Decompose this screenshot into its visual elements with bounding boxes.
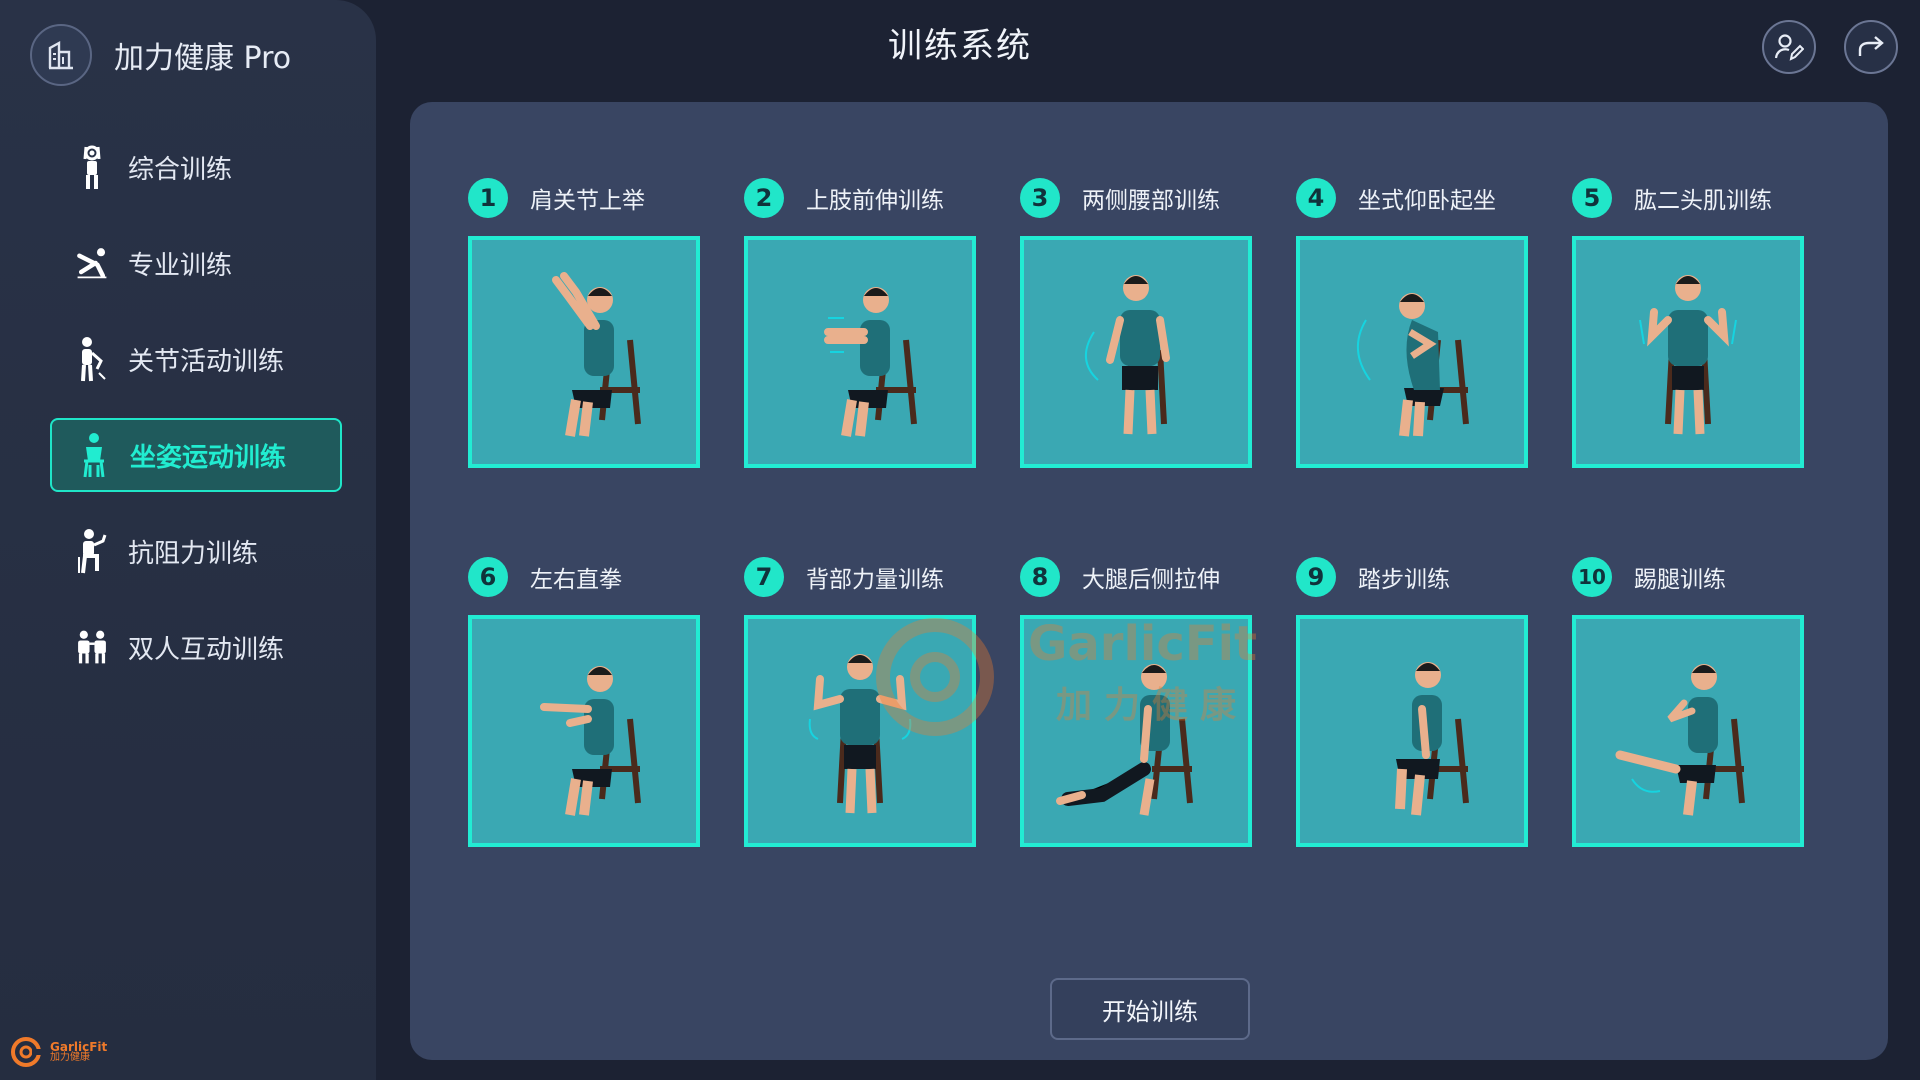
exercise-card-hamstring-stretch[interactable] xyxy=(1020,615,1252,847)
sidebar-item-label: 坐姿运动训练 xyxy=(130,442,287,473)
exercise-item: 1 肩关节上举 xyxy=(468,176,700,468)
person-arms-up-icon xyxy=(74,143,110,191)
exercise-number-badge: 10 xyxy=(1572,557,1612,597)
exercise-title: 两侧腰部训练 xyxy=(1082,188,1220,214)
sidebar-item-partner-interaction[interactable]: 双人互动训练 xyxy=(50,610,342,684)
sidebar-item-label: 抗阻力训练 xyxy=(128,538,259,569)
seated-person-illustration-icon xyxy=(1085,275,1170,435)
exercise-item: 4 坐式仰卧起坐 xyxy=(1296,176,1528,468)
garlicfit-logo-icon xyxy=(11,1037,42,1067)
sidebar-item-seated-exercise[interactable]: 坐姿运动训练 xyxy=(50,418,342,492)
exercise-title: 肩关节上举 xyxy=(530,188,645,214)
exercise-panel: 1 肩关节上举 2 上肢前伸训练 3 两侧腰部训练 4 坐式仰卧起坐 5 肱二头… xyxy=(410,102,1888,1060)
share-exit-button[interactable] xyxy=(1844,20,1898,74)
exercise-item: 5 肱二头肌训练 xyxy=(1572,176,1804,468)
exercise-number-badge: 2 xyxy=(744,178,784,218)
person-seated-icon xyxy=(76,431,112,479)
brand-footer: GarlicFit 加力健康 xyxy=(10,1036,107,1068)
sidebar-item-comprehensive[interactable]: 综合训练 xyxy=(50,130,342,204)
user-edit-icon xyxy=(1774,34,1804,61)
two-people-icon xyxy=(74,623,110,671)
sidebar-item-label: 关节活动训练 xyxy=(128,346,285,377)
exercise-title: 坐式仰卧起坐 xyxy=(1358,188,1496,214)
exercise-card-back-strength[interactable] xyxy=(744,615,976,847)
sidebar-item-resistance[interactable]: 抗阻力训练 xyxy=(50,514,342,588)
exercise-item: 3 两侧腰部训练 xyxy=(1020,176,1252,468)
page-title: 训练系统 xyxy=(888,26,1032,66)
exercise-title: 大腿后侧拉伸 xyxy=(1082,567,1220,593)
seated-person-illustration-icon xyxy=(1356,293,1469,437)
exercise-item: 2 上肢前伸训练 xyxy=(744,176,976,468)
exercise-title: 左右直拳 xyxy=(530,567,622,593)
exercise-card-stepping[interactable] xyxy=(1296,615,1528,847)
sidebar: 加力健康 Pro 综合训练 专业训练 关节活动训练 坐姿运动训练 抗阻力训练 双… xyxy=(0,0,376,1080)
seated-person-illustration-icon xyxy=(1056,664,1193,816)
exercise-item: 10 踢腿训练 xyxy=(1572,555,1804,847)
person-resistance-icon xyxy=(74,527,110,575)
exercise-card-biceps[interactable] xyxy=(1572,236,1804,468)
exercise-number-badge: 6 xyxy=(468,557,508,597)
user-edit-button[interactable] xyxy=(1762,20,1816,74)
seated-person-illustration-icon xyxy=(1615,664,1745,816)
brand-name-cn: 加力健康 xyxy=(50,1052,90,1063)
exercise-card-leg-kick[interactable] xyxy=(1572,615,1804,847)
share-arrow-icon xyxy=(1858,36,1884,56)
exercise-number-badge: 5 xyxy=(1572,178,1612,218)
sidebar-item-label: 双人互动训练 xyxy=(128,634,285,665)
app-window: 加力健康 Pro 综合训练 专业训练 关节活动训练 坐姿运动训练 抗阻力训练 双… xyxy=(0,0,1920,1080)
exercise-number-badge: 9 xyxy=(1296,557,1336,597)
exercise-number-badge: 1 xyxy=(468,178,508,218)
seated-person-illustration-icon xyxy=(1395,662,1469,816)
exercise-card-shoulder-raise[interactable] xyxy=(468,236,700,468)
exercise-number-badge: 3 xyxy=(1020,178,1060,218)
exercise-card-arm-extension[interactable] xyxy=(744,236,976,468)
sidebar-item-professional[interactable]: 专业训练 xyxy=(50,226,342,300)
exercise-item: 7 背部力量训练 xyxy=(744,555,976,847)
person-pushup-icon xyxy=(74,239,110,287)
exercise-title: 踏步训练 xyxy=(1358,567,1450,593)
sidebar-item-label: 专业训练 xyxy=(128,250,233,281)
exercise-card-seated-situp[interactable] xyxy=(1296,236,1528,468)
seated-person-illustration-icon xyxy=(1639,275,1737,435)
sidebar-item-joint-mobility[interactable]: 关节活动训练 xyxy=(50,322,342,396)
seated-person-illustration-icon xyxy=(808,654,912,814)
person-joint-icon xyxy=(74,335,110,383)
exercise-number-badge: 4 xyxy=(1296,178,1336,218)
start-training-button[interactable]: 开始训练 xyxy=(1050,978,1250,1040)
seated-person-illustration-icon xyxy=(540,666,641,816)
seated-person-illustration-icon xyxy=(824,287,917,437)
exercise-item: 8 大腿后侧拉伸 xyxy=(1020,555,1252,847)
sidebar-nav: 综合训练 专业训练 关节活动训练 坐姿运动训练 抗阻力训练 双人互动训练 xyxy=(50,130,342,706)
exercise-title: 肱二头肌训练 xyxy=(1634,188,1772,214)
exercise-title: 踢腿训练 xyxy=(1634,567,1726,593)
exercise-title: 背部力量训练 xyxy=(806,567,944,593)
sidebar-item-label: 综合训练 xyxy=(128,154,233,185)
seated-person-illustration-icon xyxy=(552,272,641,437)
exercise-card-straight-punch[interactable] xyxy=(468,615,700,847)
exercise-item: 6 左右直拳 xyxy=(468,555,700,847)
exercise-item: 9 踏步训练 xyxy=(1296,555,1528,847)
exercise-number-badge: 8 xyxy=(1020,557,1060,597)
exercise-title: 上肢前伸训练 xyxy=(806,188,944,214)
exercise-number-badge: 7 xyxy=(744,557,784,597)
exercise-card-waist-side[interactable] xyxy=(1020,236,1252,468)
